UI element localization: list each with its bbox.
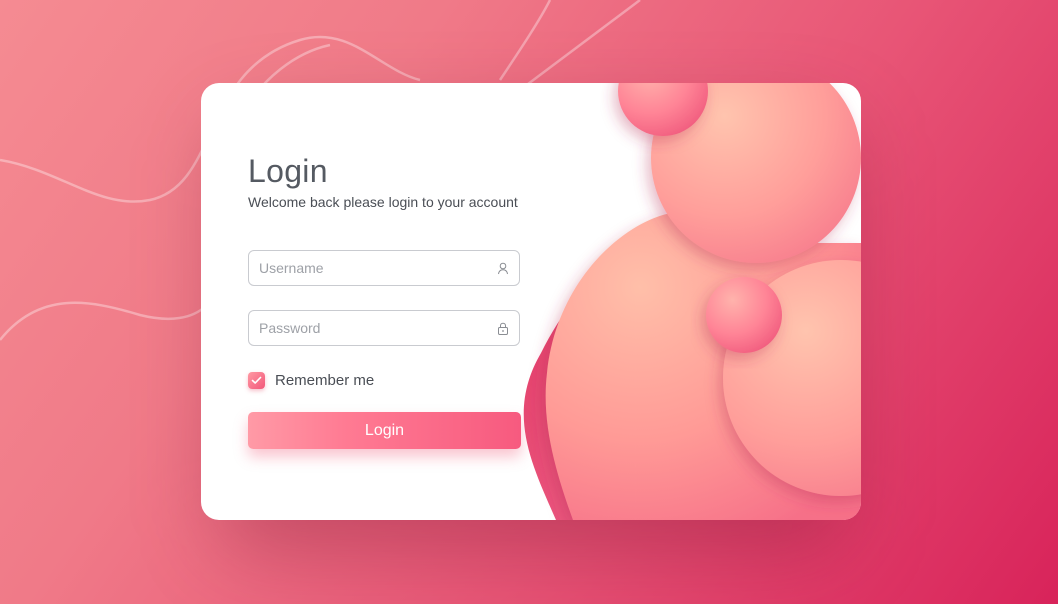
lock-icon: [498, 322, 508, 335]
password-field[interactable]: [248, 310, 520, 346]
remember-checkbox[interactable]: [248, 371, 265, 389]
remember-label: Remember me: [275, 371, 375, 389]
username-input[interactable]: [259, 251, 489, 285]
login-card: Login Welcome back please login to your …: [201, 83, 861, 520]
user-icon: [498, 262, 508, 275]
check-icon: [251, 376, 262, 384]
username-field[interactable]: [248, 250, 520, 286]
page-title: Login: [248, 153, 328, 189]
page-subtitle: Welcome back please login to your accoun…: [248, 194, 518, 210]
login-button[interactable]: Login: [248, 412, 521, 449]
decorative-blob-art: [523, 83, 861, 520]
password-input[interactable]: [259, 311, 489, 345]
remember-me[interactable]: Remember me: [248, 370, 374, 390]
